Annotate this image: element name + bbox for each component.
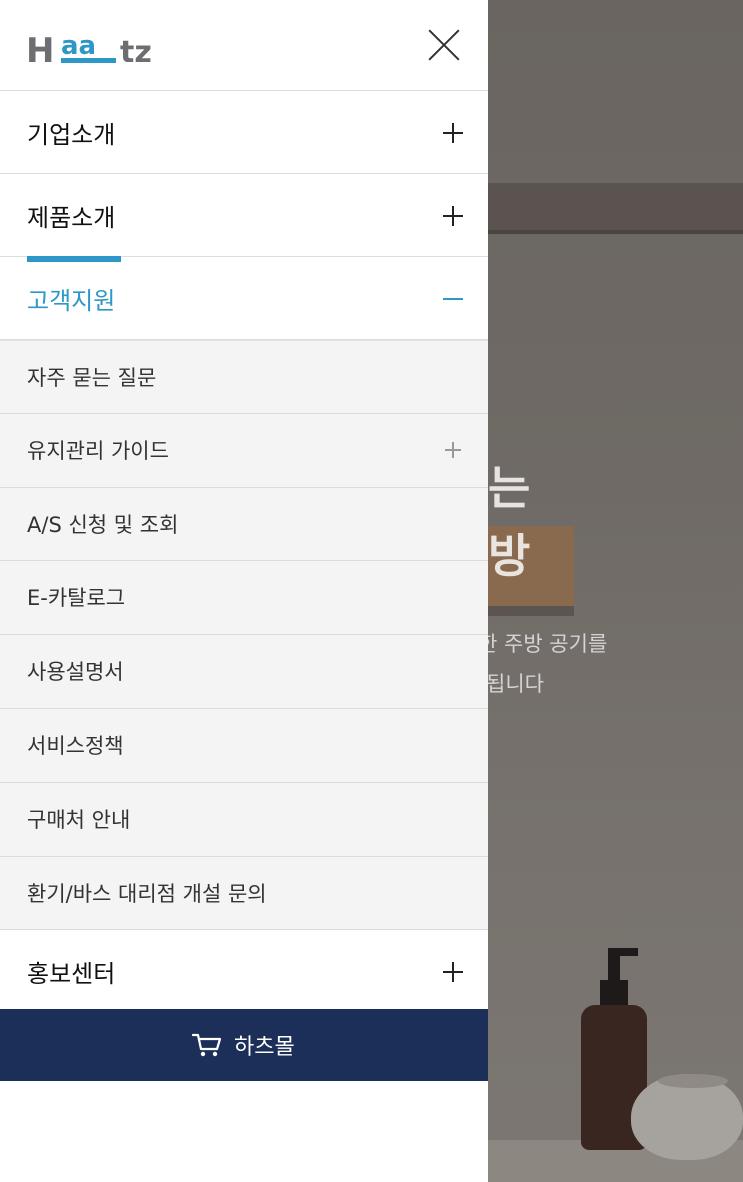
submenu-item-manuals[interactable]: 사용설명서 xyxy=(0,635,488,709)
logo-letters-aa: aa xyxy=(61,31,96,61)
submenu-item-where-to-buy[interactable]: 구매처 안내 xyxy=(0,783,488,857)
cart-icon xyxy=(192,1033,222,1057)
expand-plus-icon[interactable] xyxy=(443,123,463,143)
active-indicator xyxy=(27,256,121,262)
submenu-item-label: A/S 신청 및 조회 xyxy=(27,512,179,537)
submenu-item-label: 환기/바스 대리점 개설 문의 xyxy=(27,881,267,906)
mall-button-label: 하츠몰 xyxy=(234,1035,295,1060)
background-subtext-line2: 됩니다 xyxy=(486,672,544,696)
submenu-item-service-policy[interactable]: 서비스정책 xyxy=(0,709,488,783)
background-shelf-edge xyxy=(488,230,743,234)
menu-item-company[interactable]: 기업소개 xyxy=(0,91,488,174)
submenu-item-e-catalog[interactable]: E-카탈로그 xyxy=(0,561,488,636)
drawer-header: H aa tz xyxy=(0,0,488,91)
submenu-item-label: 자주 묻는 질문 xyxy=(27,366,157,390)
close-icon[interactable] xyxy=(426,27,462,63)
menu-item-products[interactable]: 제품소개 xyxy=(0,174,488,257)
submenu-item-maintenance-guide[interactable]: 유지관리 가이드 xyxy=(0,414,488,488)
menu-item-label: 제품소개 xyxy=(27,204,116,232)
submenu-item-label: 사용설명서 xyxy=(27,660,124,685)
background-wood-shadow xyxy=(488,606,574,616)
submenu-item-faq[interactable]: 자주 묻는 질문 xyxy=(0,340,488,414)
haatz-logo[interactable]: H aa tz xyxy=(26,26,176,68)
logo-letter-h: H xyxy=(26,31,54,68)
submenu-item-label: 구매처 안내 xyxy=(27,807,131,832)
background-subtext-line1: 한 주방 공기를 xyxy=(478,632,608,656)
background-heading-line1: 는 xyxy=(488,461,531,515)
logo-underline xyxy=(61,58,116,63)
side-menu-drawer: H aa tz 기업소개 제품소개 고객지원 자주 묻는 질문 유지관리 가이드… xyxy=(0,0,488,1182)
menu-item-label: 홍보센터 xyxy=(27,960,116,989)
submenu-item-as-request[interactable]: A/S 신청 및 조회 xyxy=(0,488,488,562)
support-submenu: 자주 묻는 질문 유지관리 가이드 A/S 신청 및 조회 E-카탈로그 사용설… xyxy=(0,340,488,931)
menu-item-label: 기업소개 xyxy=(27,121,116,149)
menu-item-support[interactable]: 고객지원 xyxy=(0,256,488,340)
menu-item-label: 고객지원 xyxy=(27,287,116,315)
expand-plus-icon[interactable] xyxy=(443,206,463,226)
ceramic-bowl-rim xyxy=(658,1074,728,1088)
mall-button-content: 하츠몰 xyxy=(192,1029,295,1061)
soap-bottle-pump xyxy=(608,950,620,982)
submenu-item-label: E-카탈로그 xyxy=(27,586,126,611)
expand-plus-icon[interactable] xyxy=(443,962,463,983)
expand-plus-icon[interactable] xyxy=(445,441,461,458)
haatz-mall-button[interactable]: 하츠몰 xyxy=(0,1009,488,1081)
collapse-minus-icon[interactable] xyxy=(443,289,463,309)
logo-letters-tz: tz xyxy=(120,35,152,68)
submenu-item-dealer-inquiry[interactable]: 환기/바스 대리점 개설 문의 xyxy=(0,857,488,931)
submenu-item-label: 유지관리 가이드 xyxy=(27,438,169,463)
background-heading-line2: 방 xyxy=(488,529,531,583)
background-shelf xyxy=(488,183,743,231)
menu-item-pr-center[interactable]: 홍보센터 xyxy=(0,930,488,1014)
submenu-item-label: 서비스정책 xyxy=(27,733,124,758)
